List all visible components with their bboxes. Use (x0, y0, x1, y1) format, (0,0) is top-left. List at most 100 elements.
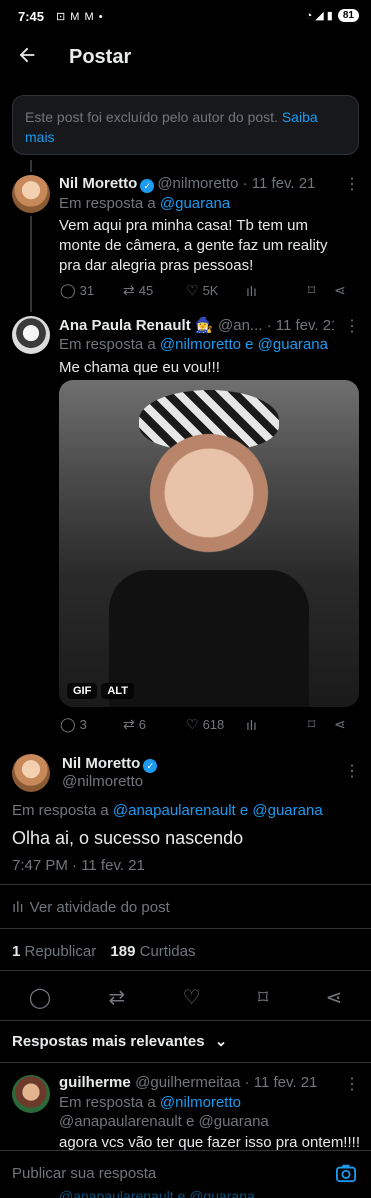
verified-badge-icon: ✓ (143, 759, 158, 773)
share-button[interactable]: ⋖ (334, 716, 346, 733)
repost-count[interactable]: 1 Republicar (12, 943, 96, 960)
share-icon[interactable]: ⋖ (326, 985, 343, 1010)
more-options-icon[interactable]: ⋮ (344, 316, 360, 336)
gif-frame-face (149, 430, 269, 570)
divider (0, 884, 371, 885)
avatar[interactable] (12, 754, 50, 792)
battery-icon: 81 (337, 9, 359, 22)
divider (0, 928, 371, 929)
reply-icon: ◯ (60, 716, 76, 732)
reply-to-line: Em resposta a @guarana (59, 195, 230, 212)
share-icon: ⋖ (334, 716, 346, 732)
avatar[interactable] (12, 1075, 50, 1113)
reply-to-line: Em resposta a @nilmoretto (59, 1094, 241, 1111)
main-post-actions: ◯ ⇄ ♡ ⌑ ⋖ (0, 982, 371, 1012)
main-author: Nil Moretto ✓ (62, 755, 160, 773)
bookmark-icon: ⌑ (308, 282, 316, 298)
deleted-post-notice: Este post foi excluído pelo autor do pos… (12, 95, 359, 155)
reply-to-link[interactable]: @anapaularenault e @guarana (59, 1113, 269, 1130)
repost-icon: ⇄ (123, 282, 135, 298)
post-actions: ◯ 31 ⇄ 45 ♡ 5K ılı ⌑ ⋖ (60, 282, 355, 299)
author-name[interactable]: Nil Moretto (62, 755, 140, 772)
reply-to-link[interactable]: @nilmoretto (160, 1094, 241, 1111)
post-activity-link[interactable]: ılı Ver atividade do post (12, 899, 170, 916)
media-badges: GIF ALT (67, 683, 134, 699)
status-notification-icons: ⊡ M M • (56, 11, 104, 23)
more-options-icon[interactable]: ⋮ (344, 1074, 360, 1094)
bookmark-button[interactable]: ⌑ (308, 282, 334, 299)
author-name[interactable]: guilherme (59, 1074, 131, 1091)
replies-sort-selector[interactable]: Respostas mais relevantes ⌄ (12, 1032, 227, 1050)
main-post-text: Olha ai, o sucesso nascendo (12, 828, 244, 848)
bookmark-button[interactable]: ⌑ (308, 716, 334, 733)
post-header: guilherme @guilhermeitaa · 11 fev. 21 (59, 1074, 317, 1092)
reply-button[interactable]: ◯ 3 (60, 716, 123, 733)
heart-icon: ♡ (186, 282, 199, 298)
post-header: Nil Moretto ✓ @nilmoretto · 11 fev. 21 (59, 175, 329, 193)
repost-icon[interactable]: ⇄ (108, 985, 125, 1010)
status-time: 7:45 (18, 9, 45, 24)
reply-to-link: @anapaularenault e @guarana (59, 1188, 255, 1198)
reply-to-line: Em resposta a @nilmoretto e @guarana (59, 336, 328, 353)
reply-to-link[interactable]: @nilmoretto e @guarana (160, 336, 328, 353)
thread-line (30, 216, 32, 312)
alt-badge[interactable]: ALT (101, 683, 134, 699)
share-icon: ⋖ (334, 282, 346, 298)
reply-input[interactable]: Publicar sua resposta (12, 1165, 156, 1182)
more-options-icon[interactable]: ⋮ (344, 761, 360, 781)
more-options-icon[interactable]: ⋮ (344, 174, 360, 194)
repost-button[interactable]: ⇄ 45 (123, 282, 186, 299)
thread-line (30, 160, 32, 172)
author-name[interactable]: Ana Paula Renault 🧙‍♀️ (59, 317, 214, 334)
divider (0, 1062, 371, 1063)
repost-icon: ⇄ (123, 716, 135, 732)
verified-badge-icon: ✓ (140, 179, 155, 193)
like-count[interactable]: 189 Curtidas (110, 943, 195, 960)
reply-prefix: Em resposta a (59, 336, 160, 353)
post-header: Ana Paula Renault 🧙‍♀️ @an... · 11 fev. … (59, 316, 334, 335)
chevron-down-icon: ⌄ (214, 1033, 228, 1050)
app-bar: Postar (0, 34, 371, 82)
views-button[interactable]: ılı (246, 283, 308, 299)
divider (0, 970, 371, 971)
bookmark-icon[interactable]: ⌑ (258, 985, 268, 1010)
gif-media[interactable]: GIF ALT (59, 380, 359, 707)
avatar[interactable] (12, 175, 50, 213)
reply-to-link[interactable]: @anapaularenault e @guarana (113, 802, 323, 819)
views-icon: ılı (246, 282, 257, 299)
reply-to-line: Em resposta a @anapaularenault e @guaran… (12, 802, 323, 819)
like-button[interactable]: ♡ 5K (186, 282, 246, 299)
gif-badge: GIF (67, 683, 98, 699)
post-text: Me chama que eu vou!!! (59, 359, 220, 376)
author-name[interactable]: Nil Moretto (59, 175, 137, 192)
heart-icon[interactable]: ♡ (183, 985, 201, 1010)
reply-button[interactable]: ◯ 31 (60, 282, 123, 299)
arrow-left-icon[interactable] (16, 44, 40, 68)
author-handle: @guilhermeitaa · 11 fev. 21 (135, 1074, 318, 1091)
views-icon: ılı (246, 716, 257, 733)
reply-icon[interactable]: ◯ (29, 985, 51, 1010)
status-bar: 7:45 ⊡ M M • ◔ ◢ ▮ 81 (0, 0, 371, 34)
reply-prefix: Em resposta a (59, 195, 160, 212)
reply-to-link[interactable]: @guarana (160, 195, 230, 212)
replies-sort-label: Respostas mais relevantes (12, 1033, 205, 1050)
author-handle: @an... · 11 fev. 21 (218, 317, 334, 334)
main-post-timestamp: 7:47 PM · 11 fev. 21 (12, 857, 145, 874)
post-actions: ◯ 3 ⇄ 6 ♡ 618 ılı ⌑ ⋖ (60, 716, 355, 733)
page-title: Postar (69, 46, 132, 68)
like-button[interactable]: ♡ 618 (186, 716, 246, 733)
share-button[interactable]: ⋖ (334, 282, 346, 299)
post-stats: 1 Republicar 189 Curtidas (12, 943, 195, 960)
repost-button[interactable]: ⇄ 6 (123, 716, 186, 733)
reply-prefix: Em resposta a (59, 1094, 160, 1111)
status-right: ◔ ◢ ▮ 81 (306, 9, 359, 22)
views-button[interactable]: ılı (246, 717, 308, 733)
reply-prefix: Em resposta a (12, 802, 113, 819)
avatar[interactable] (12, 316, 50, 354)
deleted-notice-text: Este post foi excluído pelo autor do pos… (25, 109, 282, 125)
post-text: Vem aqui pra minha casa! Tb tem um monte… (59, 217, 328, 274)
camera-icon[interactable] (335, 1163, 359, 1185)
views-icon: ılı (12, 899, 24, 916)
heart-icon: ♡ (186, 716, 199, 732)
reply-icon: ◯ (60, 282, 76, 298)
